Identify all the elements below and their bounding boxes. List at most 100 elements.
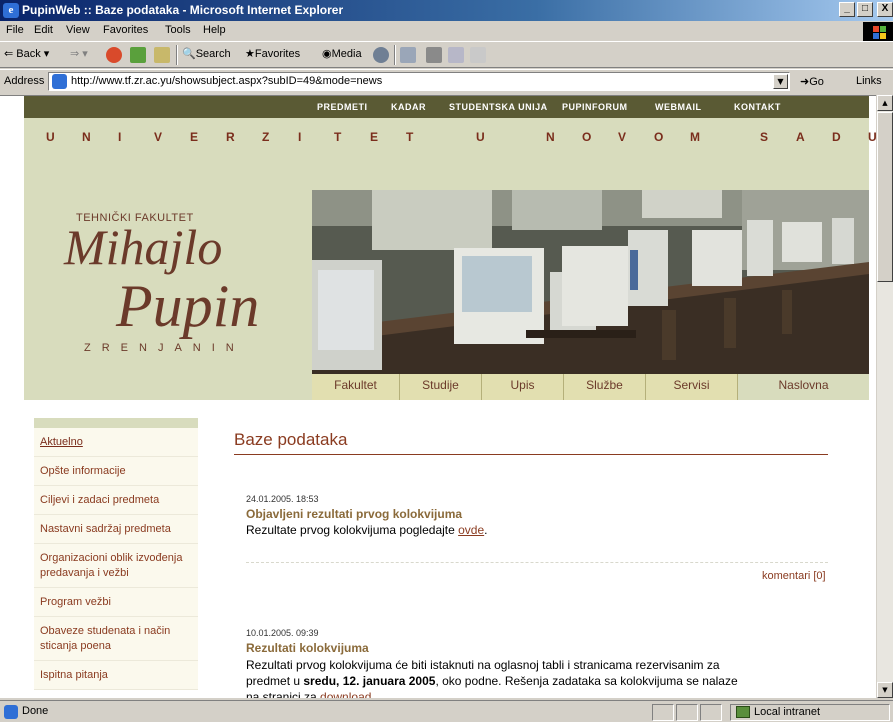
news-date: 24.01.2005. 18:53	[246, 494, 319, 504]
toolbar-separator	[394, 45, 396, 65]
go-button[interactable]: ➜Go	[800, 75, 824, 88]
page-icon	[52, 74, 67, 89]
topnav-studentska-unija[interactable]: STUDENTSKA UNIJA	[449, 102, 548, 112]
sidebar-item-nastavni-sadrzaj[interactable]: Nastavni sadržaj predmeta	[34, 515, 198, 544]
address-dropdown-button[interactable]: ▼	[773, 74, 788, 89]
university-letter: Z	[262, 130, 270, 144]
sidebar-item-opste-informacije[interactable]: Opšte informacije	[34, 457, 198, 486]
university-letter: U	[46, 130, 55, 144]
intranet-zone-icon	[736, 706, 750, 718]
topnav-kadar[interactable]: KADAR	[391, 102, 426, 112]
topnav-pupinforum[interactable]: PUPINFORUM	[562, 102, 628, 112]
scroll-down-button[interactable]: ▼	[877, 682, 893, 698]
sidebar-header-bar	[34, 418, 198, 428]
menu-favorites[interactable]: Favorites	[103, 24, 148, 36]
news-title[interactable]: Rezultati kolokvijuma	[246, 641, 369, 655]
sidebar-item-program-vezbi[interactable]: Program vežbi	[34, 588, 198, 617]
sidebar: Aktuelno Opšte informacije Ciljevi i zad…	[34, 418, 198, 690]
media-button[interactable]: ◉Media	[322, 47, 362, 60]
subnav-sluzbe[interactable]: Službe	[564, 374, 646, 400]
discuss-icon[interactable]	[470, 47, 486, 63]
minimize-button[interactable]: _	[839, 2, 855, 17]
subnav-servisi[interactable]: Servisi	[646, 374, 738, 400]
logo-first-name: Mihajlo	[64, 219, 223, 275]
sidebar-item-ispitna-pitanja[interactable]: Ispitna pitanja	[34, 661, 198, 690]
status-pane	[700, 704, 722, 721]
subnav-studije[interactable]: Studije	[400, 374, 482, 400]
university-letter: D	[832, 130, 841, 144]
toolbar: ⇐ Back ▾ ⇒ ▾ 🔍Search ★Favorites ◉Media	[0, 42, 893, 68]
history-icon[interactable]	[373, 47, 389, 63]
university-letter: M	[690, 130, 700, 144]
university-letter: S	[760, 130, 769, 144]
topnav-predmeti[interactable]: PREDMETI	[317, 102, 368, 112]
logo-last-name: Pupin	[116, 273, 260, 339]
site-top-nav: PREDMETI KADAR STUDENTSKA UNIJA PUPINFOR…	[24, 96, 869, 118]
back-button[interactable]: ⇐ Back ▾	[4, 47, 49, 60]
scroll-up-button[interactable]: ▲	[877, 95, 893, 111]
university-letter: I	[298, 130, 302, 144]
menu-tools[interactable]: Tools	[165, 24, 191, 36]
topnav-kontakt[interactable]: KONTAKT	[734, 102, 781, 112]
search-button[interactable]: 🔍Search	[182, 47, 231, 60]
address-label: Address	[4, 75, 45, 87]
links-button[interactable]: Links	[856, 75, 882, 87]
news-text-end: .	[484, 523, 488, 537]
address-bar: Address http://www.tf.zr.ac.yu/showsubje…	[0, 69, 893, 93]
university-letter: A	[796, 130, 805, 144]
forward-button[interactable]: ⇒ ▾	[70, 47, 88, 60]
menu-edit[interactable]: Edit	[34, 24, 53, 36]
page-status-icon	[4, 705, 18, 719]
news-body: Rezultati prvog kolokvijuma će biti ista…	[246, 657, 836, 698]
site-header: UNIVERZITETUNOVOMSADU TEHNIČKI FAKULTET …	[24, 118, 876, 400]
sidebar-item-aktuelno[interactable]: Aktuelno	[34, 428, 198, 457]
sidebar-item-organizacioni-oblik[interactable]: Organizacioni oblik izvođenja predavanja…	[34, 544, 198, 588]
subnav-upis[interactable]: Upis	[482, 374, 564, 400]
go-label: Go	[809, 76, 824, 88]
status-pane	[676, 704, 698, 721]
university-letter: T	[334, 130, 342, 144]
computer-lab-photo	[312, 190, 869, 374]
title-divider	[234, 454, 828, 455]
home-icon[interactable]	[154, 47, 170, 63]
topnav-webmail[interactable]: WEBMAIL	[655, 102, 702, 112]
university-letter: V	[618, 130, 627, 144]
news-text: Rezultate prvog kolokvijuma pogledajte	[246, 523, 459, 537]
menu-help[interactable]: Help	[203, 24, 226, 36]
sidebar-item-obaveze-studenata[interactable]: Obaveze studenata i način sticanja poena	[34, 617, 198, 661]
maximize-button[interactable]: □	[857, 2, 873, 17]
news-title[interactable]: Objavljeni rezultati prvog kolokvijuma	[246, 507, 462, 521]
comments-link[interactable]: komentari [0]	[762, 570, 826, 582]
search-label: Search	[195, 48, 231, 60]
logo-city: ZRENJANIN	[84, 342, 245, 354]
menu-file[interactable]: File	[6, 24, 24, 36]
refresh-icon[interactable]	[130, 47, 146, 63]
stop-icon[interactable]	[106, 47, 122, 63]
subnav-fakultet[interactable]: Fakultet	[312, 374, 400, 400]
address-url: http://www.tf.zr.ac.yu/showsubject.aspx?…	[71, 75, 383, 87]
news-body: Rezultate prvog kolokvijuma pogledajte o…	[246, 522, 488, 538]
favorites-button[interactable]: ★Favorites	[245, 47, 300, 60]
sidebar-item-ciljevi[interactable]: Ciljevi i zadaci predmeta	[34, 486, 198, 515]
news-divider	[246, 562, 828, 563]
university-letter: V	[154, 130, 163, 144]
edit-icon[interactable]	[448, 47, 464, 63]
download-link[interactable]: download	[320, 690, 371, 698]
address-input[interactable]: http://www.tf.zr.ac.yu/showsubject.aspx?…	[48, 72, 790, 91]
menu-view[interactable]: View	[66, 24, 90, 36]
status-bar: Done Local intranet	[0, 700, 893, 722]
mail-icon[interactable]	[400, 47, 416, 63]
browser-window: e PupinWeb :: Baze podataka - Microsoft …	[0, 0, 893, 722]
university-letter: O	[582, 130, 592, 144]
vertical-scrollbar[interactable]: ▲ ▼	[876, 95, 893, 698]
ovde-link[interactable]: ovde	[458, 523, 484, 537]
university-letter: N	[546, 130, 555, 144]
close-button[interactable]: X	[877, 2, 893, 17]
toolbar-separator	[176, 45, 178, 65]
print-icon[interactable]	[426, 47, 442, 63]
scroll-thumb[interactable]	[877, 112, 893, 282]
status-text: Done	[22, 705, 49, 717]
subnav-naslovna[interactable]: Naslovna	[738, 374, 869, 400]
window-title: PupinWeb :: Baze podataka - Microsoft In…	[22, 3, 344, 17]
university-letter: O	[654, 130, 664, 144]
